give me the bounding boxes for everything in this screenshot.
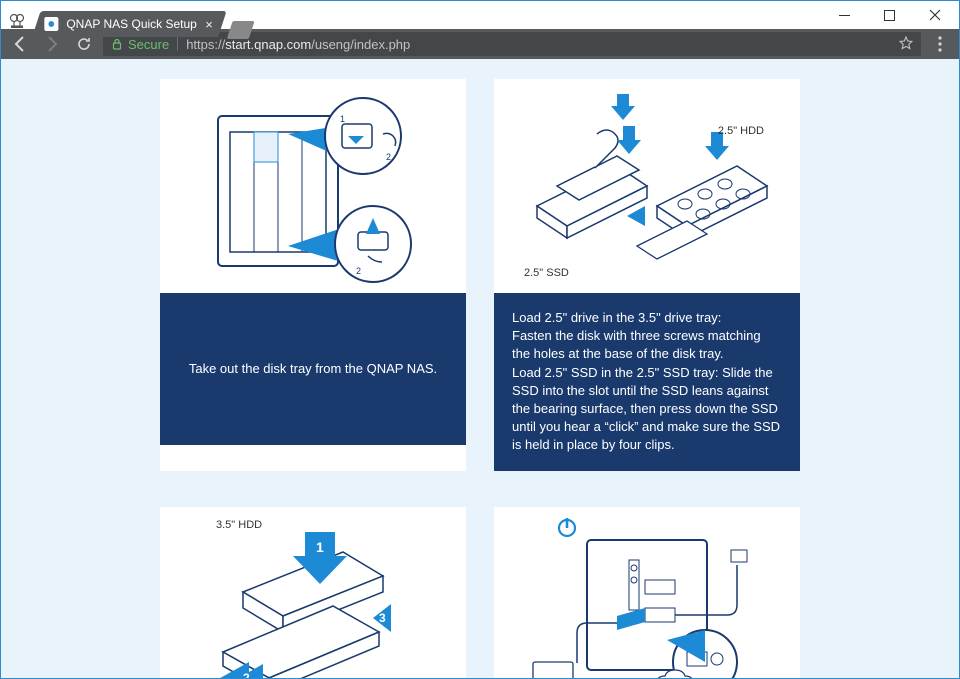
url-display: https://start.qnap.com/useng/index.php [186, 37, 410, 52]
svg-text:1: 1 [340, 114, 345, 124]
svg-text:2: 2 [386, 152, 391, 162]
window-maximize-button[interactable] [867, 1, 912, 29]
devtools-toggle-icon[interactable] [1, 7, 33, 35]
browser-tab-strip: QNAP NAS Quick Setup × [1, 1, 253, 35]
figure-load-25: 2.5" HDD 2.5" SSD [494, 79, 800, 293]
bookmark-star-icon[interactable] [899, 36, 913, 53]
svg-text:2: 2 [356, 266, 361, 276]
setup-card-load-35: 3.5" HDD 1 [160, 507, 466, 679]
application-window: QNAP NAS Quick Setup × Secure https://st… [0, 0, 960, 679]
label-25-hdd: 2.5" HDD [718, 125, 764, 137]
step-number-3: 3 [379, 611, 386, 625]
secure-indicator: Secure [111, 37, 169, 52]
label-25-ssd: 2.5" SSD [524, 267, 569, 279]
url-scheme: https:// [186, 37, 225, 52]
tab-favicon [44, 17, 58, 31]
caption-text: Load 2.5" drive in the 3.5" drive tray: … [512, 309, 782, 455]
url-path: /useng/index.php [311, 37, 410, 52]
browser-menu-icon[interactable] [927, 36, 953, 52]
step-number-1: 1 [316, 539, 324, 555]
address-bar[interactable]: Secure https://start.qnap.com/useng/inde… [103, 32, 921, 56]
setup-guide-grid: 1 2 2 Take out the disk tray from the QN… [160, 59, 800, 678]
address-separator [177, 37, 178, 51]
setup-card-connect-power [494, 507, 800, 679]
caption-remove-tray: Take out the disk tray from the QNAP NAS… [160, 293, 466, 445]
window-minimize-button[interactable] [822, 1, 867, 29]
figure-remove-tray: 1 2 2 [160, 79, 466, 293]
caption-load-25: Load 2.5" drive in the 3.5" drive tray: … [494, 293, 800, 471]
power-icon [559, 518, 575, 536]
window-close-button[interactable] [912, 1, 957, 29]
setup-card-load-25: 2.5" HDD 2.5" SSD [494, 79, 800, 471]
tab-title: QNAP NAS Quick Setup [66, 17, 197, 31]
caption-text: Take out the disk tray from the QNAP NAS… [189, 360, 437, 378]
figure-load-35: 3.5" HDD 1 [160, 507, 466, 679]
page-viewport[interactable]: 1 2 2 Take out the disk tray from the QN… [1, 59, 959, 678]
figure-connect-power [494, 507, 800, 679]
label-35-hdd: 3.5" HDD [216, 519, 262, 531]
setup-card-remove-tray: 1 2 2 Take out the disk tray from the QN… [160, 79, 466, 471]
secure-label: Secure [128, 37, 169, 52]
browser-tab-active[interactable]: QNAP NAS Quick Setup × [32, 11, 227, 37]
lock-icon [111, 38, 123, 50]
step-number-2: 2 [243, 671, 250, 679]
tab-close-icon[interactable]: × [205, 17, 213, 32]
